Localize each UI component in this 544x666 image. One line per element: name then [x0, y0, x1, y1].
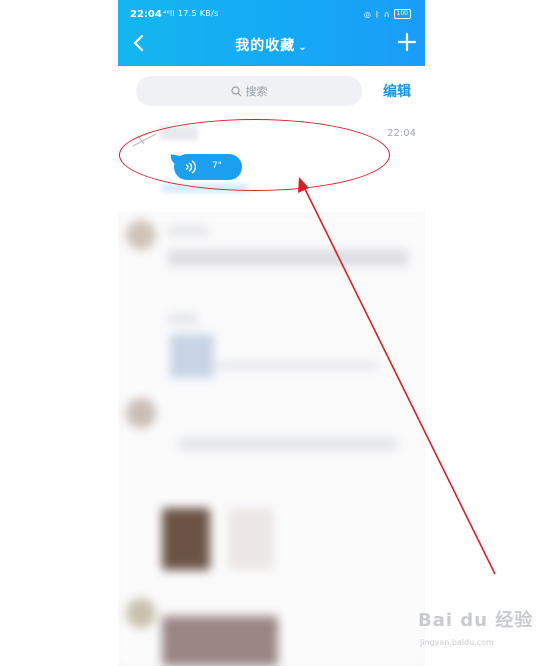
- watermark-url: jingyan.baidu.com: [420, 638, 494, 647]
- watermark-logo: Bai du 经验: [418, 610, 534, 631]
- annotation-arrow: [298, 177, 496, 575]
